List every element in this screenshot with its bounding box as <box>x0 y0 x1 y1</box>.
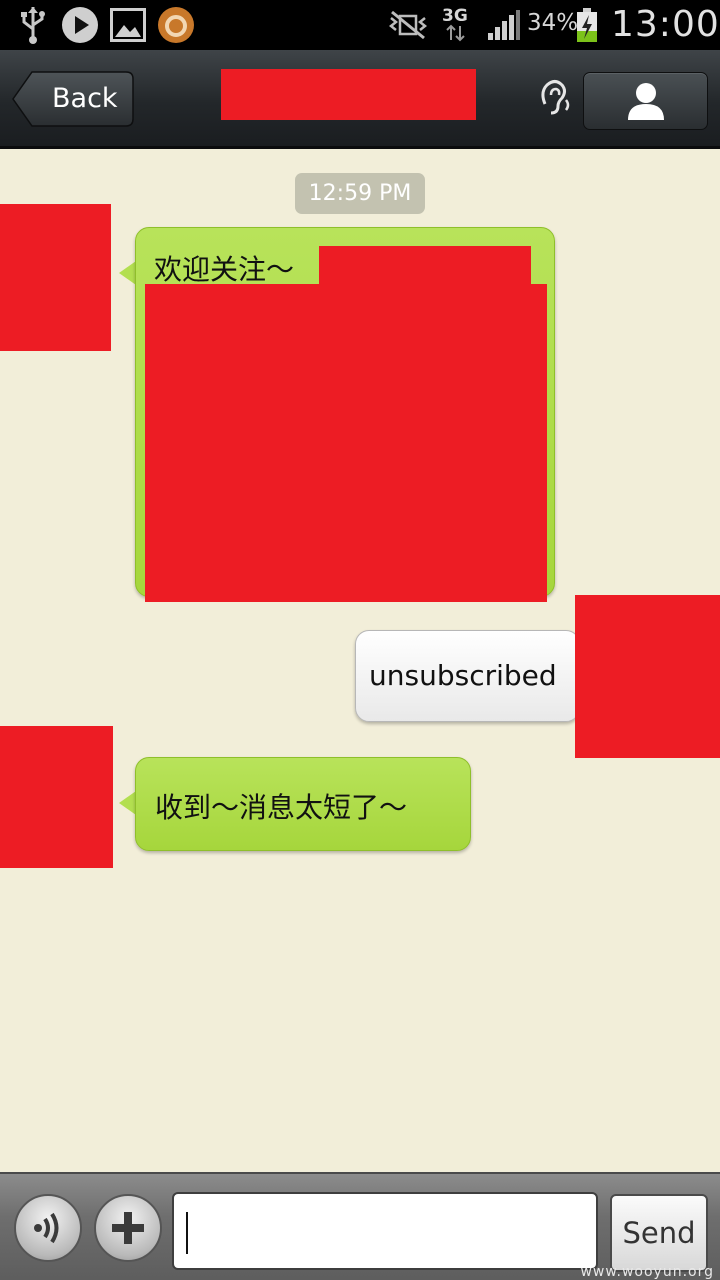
voice-button[interactable] <box>14 1194 82 1262</box>
text-caret <box>186 1212 188 1254</box>
bubble-tail <box>119 791 136 815</box>
profile-icon <box>627 83 664 120</box>
signal-icon <box>486 0 522 50</box>
back-label: Back <box>52 83 118 114</box>
add-attachment-button[interactable] <box>94 1194 162 1262</box>
silent-vibrate-icon <box>388 0 428 50</box>
message-input[interactable] <box>172 1192 598 1270</box>
play-icon <box>60 0 100 50</box>
voice-icon <box>34 1212 59 1244</box>
battery-charging-icon <box>574 0 600 50</box>
message-text: 收到～消息太短了～ <box>155 791 408 824</box>
status-clock: 13:00 <box>611 4 720 45</box>
chat-area[interactable]: 12:59 PM 欢迎关注～ unsubscribed 收到～消息太短了～ <box>0 149 720 1172</box>
title-bar: Back <box>0 50 720 149</box>
incoming-message-bubble[interactable]: 收到～消息太短了～ <box>135 757 471 851</box>
message-text: unsubscribed <box>369 659 557 692</box>
message-timestamp: 12:59 PM <box>295 173 425 214</box>
bubble-tail <box>119 261 136 285</box>
profile-button[interactable] <box>583 72 708 130</box>
message-content-redacted <box>145 284 547 602</box>
watermark: www.wooyun.org <box>580 1264 714 1280</box>
input-bar: Send www.wooyun.org <box>0 1172 720 1280</box>
status-bar: 3G 34% 13:00 <box>0 0 720 50</box>
own-avatar-redacted[interactable] <box>575 595 720 758</box>
usb-icon <box>18 0 48 50</box>
data-activity-icon <box>446 22 466 44</box>
message-text: 欢迎关注～ <box>154 253 295 286</box>
send-button[interactable]: Send <box>610 1194 708 1272</box>
conversation-title-redacted <box>221 69 476 120</box>
message-content-redacted <box>319 246 531 286</box>
sender-avatar-redacted[interactable] <box>0 204 111 351</box>
outgoing-message-bubble[interactable]: unsubscribed <box>355 630 580 722</box>
earpiece-icon[interactable] <box>535 78 575 118</box>
app-notification-icon <box>156 0 196 50</box>
sender-avatar-redacted[interactable] <box>0 726 113 868</box>
gallery-icon <box>110 0 146 50</box>
battery-percent: 34% <box>527 10 579 36</box>
back-button[interactable]: Back <box>12 71 134 127</box>
plus-icon <box>112 1212 144 1244</box>
